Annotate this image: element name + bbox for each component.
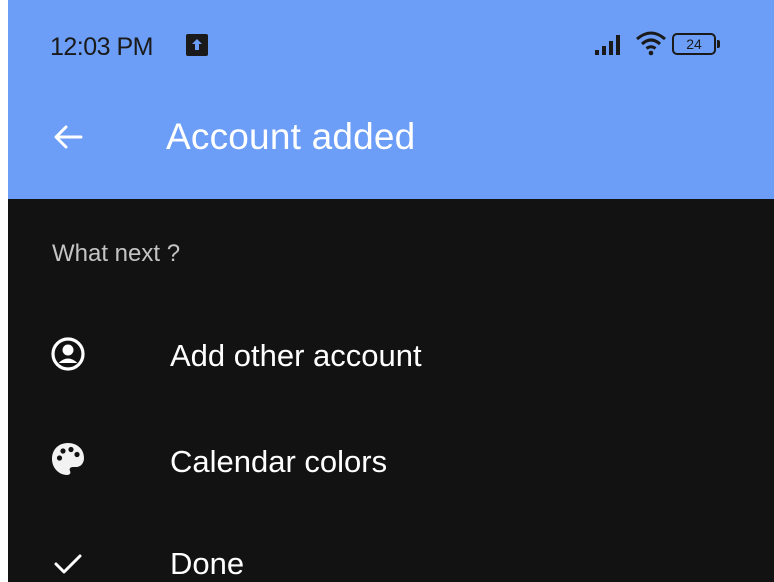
wifi-icon bbox=[635, 30, 667, 56]
signal-icon bbox=[594, 32, 628, 56]
done-label: Done bbox=[170, 546, 245, 581]
arrow-back-icon bbox=[53, 124, 83, 155]
battery-tip bbox=[717, 40, 720, 48]
calendar-colors-item[interactable]: Calendar colors bbox=[8, 412, 774, 508]
screen: 12:03 PM 24 Account added What next ? Ad… bbox=[8, 0, 774, 582]
done-item[interactable]: Done bbox=[8, 512, 774, 582]
account-circle-icon bbox=[48, 334, 88, 374]
check-icon bbox=[48, 544, 88, 582]
app-bar: 12:03 PM 24 Account added bbox=[8, 0, 774, 199]
palette-icon bbox=[48, 439, 88, 479]
notification-icon bbox=[186, 34, 208, 56]
status-time: 12:03 PM bbox=[50, 33, 154, 61]
add-other-account-label: Add other account bbox=[170, 338, 422, 373]
section-header: What next ? bbox=[52, 240, 181, 267]
page-title: Account added bbox=[166, 116, 416, 157]
calendar-colors-label: Calendar colors bbox=[170, 444, 388, 479]
back-button[interactable] bbox=[44, 115, 92, 163]
add-other-account-item[interactable]: Add other account bbox=[8, 306, 774, 402]
battery-icon: 24 bbox=[672, 33, 716, 55]
status-bar: 12:03 PM 24 bbox=[8, 0, 774, 90]
